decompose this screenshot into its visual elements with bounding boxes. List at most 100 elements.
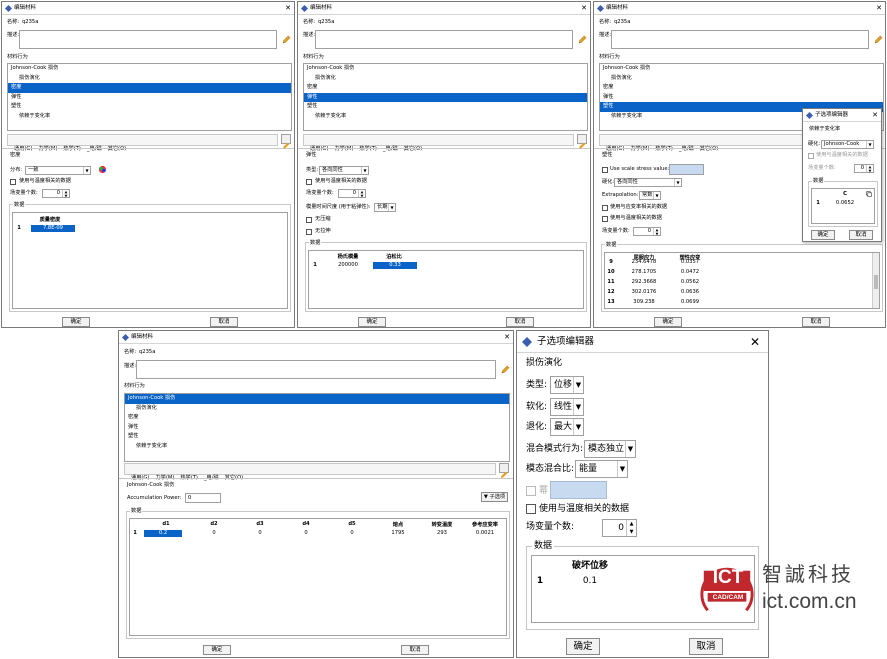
temp-checkbox[interactable]: [526, 504, 536, 514]
behavior-item[interactable]: Johnson-Cook 损伤: [600, 64, 883, 74]
behavior-item[interactable]: 损伤演化: [125, 404, 509, 414]
edit-button[interactable]: [577, 134, 587, 150]
edit-button[interactable]: [499, 463, 509, 479]
field-count-spinner[interactable]: 0 ▲ ▼: [338, 189, 366, 198]
data-table[interactable]: C 1 0.0652: [811, 188, 875, 224]
behavior-item-selected[interactable]: Johnson-Cook 损伤: [125, 394, 509, 404]
behavior-item[interactable]: 损伤演化: [600, 74, 883, 84]
close-icon[interactable]: ✕: [872, 109, 878, 121]
behavior-item[interactable]: 弹性: [125, 423, 509, 433]
menu-other[interactable]: 其它(O): [700, 144, 719, 154]
behavior-item[interactable]: 弹性: [600, 93, 883, 103]
behavior-list[interactable]: Johnson-Cook 损伤 损伤演化 密度 弹性 塑性 依赖于变化率: [303, 63, 588, 131]
suboption-button[interactable]: ▼ 子选项: [481, 492, 508, 502]
table-cell[interactable]: 0.33: [373, 262, 417, 269]
table-cell[interactable]: 0: [192, 530, 236, 537]
temp-checkbox[interactable]: [808, 153, 814, 159]
table-cell[interactable]: 0: [330, 530, 374, 537]
edit-button[interactable]: [281, 134, 291, 150]
menu-mechanical[interactable]: 力学(M): [334, 144, 353, 154]
accumulation-input[interactable]: 0: [185, 493, 221, 503]
behavior-item[interactable]: 密度: [125, 413, 509, 423]
ok-button[interactable]: 确定: [203, 645, 231, 655]
cancel-button[interactable]: 取消: [401, 645, 429, 655]
behavior-item[interactable]: Johnson-Cook 损伤: [8, 64, 291, 74]
temp-checkbox[interactable]: [306, 179, 312, 185]
ok-button[interactable]: 确定: [654, 317, 682, 327]
rate-checkbox[interactable]: [602, 205, 608, 211]
cancel-button[interactable]: 取消: [210, 317, 238, 327]
table-cell[interactable]: 0.0636: [669, 289, 711, 296]
spin-arrows-icon[interactable]: ▲ ▼: [626, 520, 636, 536]
table-cell[interactable]: 0.0699: [669, 299, 711, 306]
scale-checkbox[interactable]: [602, 167, 608, 173]
close-icon[interactable]: ✕: [581, 2, 587, 14]
menu-mechanical[interactable]: 力学(M): [630, 144, 649, 154]
type-select[interactable]: 位移 ▼: [550, 376, 584, 394]
close-icon[interactable]: ✕: [504, 331, 510, 343]
table-cell[interactable]: 278.1705: [623, 269, 665, 276]
cancel-button[interactable]: 取消: [849, 230, 873, 240]
ok-button[interactable]: 确定: [358, 317, 386, 327]
behavior-item[interactable]: 依赖于变化率: [125, 442, 509, 452]
temp-checkbox[interactable]: [602, 216, 608, 222]
desc-input[interactable]: [19, 30, 277, 49]
table-cell[interactable]: 0: [238, 530, 282, 537]
table-cell[interactable]: 7.8E-09: [31, 225, 75, 232]
hardening-select[interactable]: Johnson-Cook ▼: [821, 140, 874, 149]
cancel-button[interactable]: 取消: [802, 317, 830, 327]
scrollbar[interactable]: [872, 253, 879, 308]
table-cell[interactable]: 234.6478: [623, 259, 665, 266]
spin-arrows-icon[interactable]: ▲ ▼: [358, 190, 365, 198]
hardening-select[interactable]: 各向同性 ▼: [614, 178, 682, 187]
close-icon[interactable]: ✕: [285, 2, 291, 14]
menu-electric[interactable]: _电/磁: [679, 144, 694, 154]
extrapolation-select[interactable]: 常数 ▼: [639, 191, 661, 200]
scrollbar-thumb[interactable]: [874, 275, 878, 289]
table-cell[interactable]: 292.3668: [623, 279, 665, 286]
table-cell[interactable]: 0.0652: [828, 200, 862, 207]
behavior-item[interactable]: 塑性: [125, 432, 509, 442]
scale-input[interactable]: [669, 164, 704, 175]
table-cell[interactable]: 200000: [327, 262, 369, 269]
table-cell[interactable]: 0.1: [556, 575, 624, 587]
mode-mix-ratio-select[interactable]: 能量 ▼: [575, 460, 628, 478]
data-table[interactable]: d1 d2 d3 d4 d5 熔点 转变温度 参考应变率 1 0.2 0 0 0…: [129, 518, 507, 636]
pencil-icon[interactable]: [282, 35, 291, 44]
behavior-item[interactable]: 塑性: [304, 102, 587, 112]
data-table[interactable]: 屈服应力 塑性应变 9 234.6478 0.0357 10 278.1705 …: [604, 252, 880, 309]
behavior-item[interactable]: 依赖于变化率: [8, 112, 291, 122]
behavior-item[interactable]: 损伤演化: [8, 74, 291, 84]
desc-input[interactable]: [136, 360, 496, 379]
modulus-select[interactable]: 长期 ▼: [374, 203, 396, 212]
behavior-list[interactable]: Johnson-Cook 损伤 损伤演化 密度 弹性 塑性 依赖于变化率: [7, 63, 292, 131]
behavior-item-selected[interactable]: 弹性: [304, 92, 587, 102]
close-icon[interactable]: ✕: [750, 331, 760, 353]
type-select[interactable]: 各向同性 ▼: [319, 166, 369, 175]
behavior-item[interactable]: 损伤演化: [304, 74, 587, 84]
behavior-item[interactable]: 塑性: [8, 102, 291, 112]
degradation-select[interactable]: 最大 ▼: [550, 418, 584, 436]
cancel-button[interactable]: 取消: [506, 317, 534, 327]
pencil-icon[interactable]: [501, 365, 510, 374]
table-cell[interactable]: 0.0562: [669, 279, 711, 286]
desc-input[interactable]: [611, 30, 869, 49]
behavior-item-selected[interactable]: 密度: [8, 83, 291, 93]
data-table[interactable]: 杨氏模量 泊松比 1 200000 0.33: [308, 250, 584, 309]
no-compress-checkbox[interactable]: [306, 217, 312, 223]
table-cell[interactable]: 0.0472: [669, 269, 711, 276]
behavior-item[interactable]: Johnson-Cook 损伤: [304, 64, 587, 74]
pencil-icon[interactable]: [578, 35, 587, 44]
mixed-mode-select[interactable]: 模态独立 ▼: [584, 440, 636, 458]
behavior-item[interactable]: 依赖于变化率: [304, 112, 587, 122]
field-count-spinner[interactable]: 0 ▲ ▼: [602, 519, 637, 537]
behavior-list[interactable]: Johnson-Cook 损伤 损伤演化 密度 弹性 塑性 依赖于变化率: [124, 393, 510, 462]
ok-button[interactable]: 确定: [62, 317, 90, 327]
spin-arrows-icon[interactable]: ▲ ▼: [866, 165, 873, 173]
cancel-button[interactable]: 取消: [689, 638, 723, 655]
table-cell[interactable]: 302.0176: [623, 289, 665, 296]
table-cell[interactable]: 293: [422, 530, 462, 537]
ok-button[interactable]: 确定: [811, 230, 835, 240]
no-tension-checkbox[interactable]: [306, 229, 312, 235]
menu-other[interactable]: 其它(O): [108, 144, 127, 154]
